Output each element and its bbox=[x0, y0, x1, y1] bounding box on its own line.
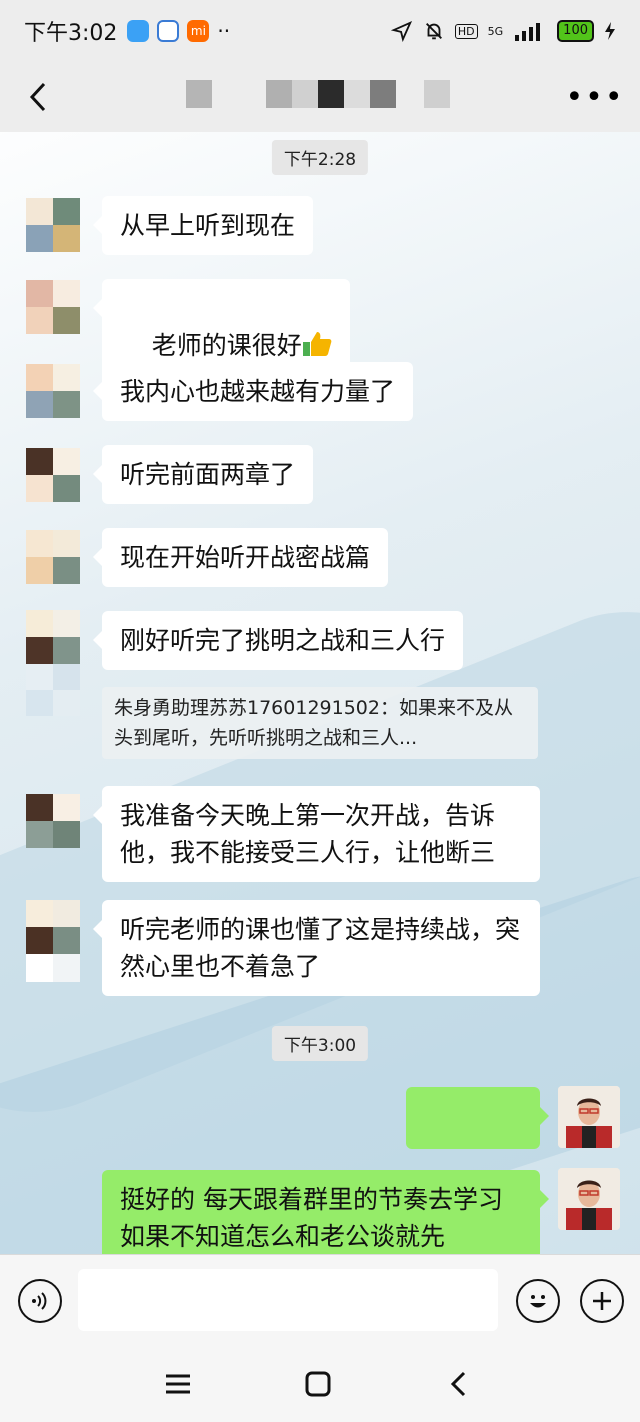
battery-indicator: 100 bbox=[557, 20, 594, 42]
quoted-message[interactable]: 朱身勇助理苏苏17601291502：如果来不及从头到尾听，先听听挑明之战和三人… bbox=[102, 687, 538, 759]
message-bubble[interactable]: 从早上听到现在 bbox=[92, 196, 314, 255]
redacted-block bbox=[424, 80, 450, 108]
avatar[interactable] bbox=[26, 610, 80, 664]
chat-area[interactable]: 下午2:28 从早上听到现在 老师的课很好 我内心也越来越有力量了 听完前面两章… bbox=[0, 132, 640, 1254]
mute-bell-icon bbox=[425, 23, 442, 40]
avatar[interactable] bbox=[26, 900, 80, 954]
input-bar bbox=[0, 1254, 640, 1347]
voice-button[interactable] bbox=[18, 1279, 62, 1323]
timestamp: 下午2:28 bbox=[271, 140, 369, 175]
message-bubble[interactable]: 听完前面两章了 bbox=[92, 445, 314, 504]
redacted-block bbox=[292, 80, 318, 108]
back-icon bbox=[29, 82, 46, 112]
redacted-block bbox=[186, 80, 212, 108]
my-avatar[interactable] bbox=[558, 1168, 620, 1230]
avatar-shadow bbox=[26, 664, 80, 716]
back-button[interactable] bbox=[18, 74, 58, 120]
redacted-block bbox=[318, 80, 344, 108]
thumbs-up-icon bbox=[302, 332, 332, 356]
timestamp: 下午3:00 bbox=[271, 1026, 369, 1061]
profile-photo bbox=[558, 1086, 620, 1148]
home-button[interactable] bbox=[298, 1364, 338, 1404]
nav-back-button[interactable] bbox=[438, 1364, 478, 1404]
nav-back-icon bbox=[450, 1371, 466, 1397]
menu-icon bbox=[166, 1374, 190, 1394]
message-input[interactable] bbox=[78, 1269, 498, 1331]
message-bubble[interactable]: 听完老师的课也懂了这是持续战，突然心里也不着急了 bbox=[93, 900, 540, 996]
message-text: 老师的课很好 bbox=[151, 331, 302, 360]
avatar[interactable] bbox=[26, 448, 80, 502]
system-navigation-bar bbox=[0, 1346, 640, 1422]
status-time: 下午3:02 bbox=[24, 21, 118, 46]
plus-icon bbox=[593, 1292, 611, 1310]
emoji-icon bbox=[530, 1295, 546, 1308]
my-message-bubble[interactable]: 挺好的 每天跟着群里的节奏去学习 如果不知道怎么和老公谈就先 bbox=[102, 1170, 549, 1254]
hd-icon: HD bbox=[454, 23, 478, 39]
redacted-block bbox=[370, 80, 396, 108]
message-bubble[interactable]: 现在开始听开战密战篇 bbox=[92, 528, 389, 587]
avatar[interactable] bbox=[26, 530, 80, 584]
signal-icon bbox=[515, 23, 541, 41]
chat-notification-icon bbox=[157, 20, 180, 42]
more-notifications-icon: ·· bbox=[217, 19, 231, 43]
charging-icon bbox=[605, 22, 615, 40]
app-notification-icon bbox=[127, 20, 150, 42]
menu-button[interactable] bbox=[158, 1364, 198, 1404]
message-bubble[interactable]: 我准备今天晚上第一次开战，告诉他，我不能接受三人行，让他断三 bbox=[93, 786, 540, 882]
more-button[interactable]: ••• bbox=[565, 74, 622, 120]
avatar[interactable] bbox=[26, 794, 80, 848]
chat-header: ••• bbox=[0, 62, 640, 132]
voice-icon bbox=[32, 1292, 47, 1310]
more-icon: ••• bbox=[565, 79, 625, 115]
my-message-bubble[interactable] bbox=[406, 1087, 549, 1203]
profile-photo bbox=[558, 1168, 620, 1230]
message-bubble[interactable]: 我内心也越来越有力量了 bbox=[92, 362, 414, 421]
home-icon bbox=[305, 1371, 331, 1397]
redacted-block bbox=[266, 80, 292, 108]
location-icon bbox=[390, 20, 412, 42]
plus-button[interactable] bbox=[580, 1279, 624, 1323]
avatar[interactable] bbox=[26, 280, 80, 334]
mi-notification-icon: mi bbox=[187, 20, 210, 42]
network-label: 5G bbox=[487, 24, 504, 38]
avatar-shadow bbox=[26, 954, 80, 982]
status-bar: 下午3:02 mi ·· HD 5G 100 bbox=[0, 0, 640, 62]
avatar[interactable] bbox=[26, 198, 80, 252]
avatar[interactable] bbox=[26, 364, 80, 418]
redacted-block bbox=[344, 80, 370, 108]
message-bubble[interactable]: 刚好听完了挑明之战和三人行 bbox=[92, 611, 464, 670]
my-avatar[interactable] bbox=[558, 1086, 620, 1148]
emoji-button[interactable] bbox=[516, 1279, 560, 1323]
